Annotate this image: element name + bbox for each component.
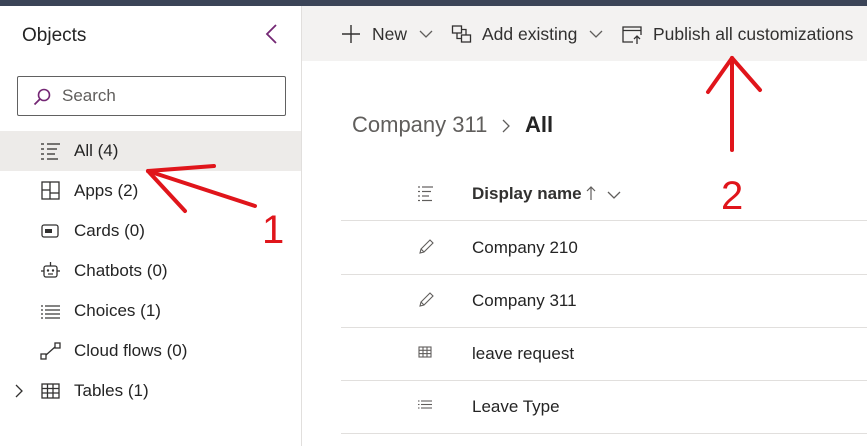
sidebar-item-label: Cloud flows <box>74 341 162 360</box>
chevron-down-icon <box>589 29 603 39</box>
chevron-right-icon[interactable] <box>12 383 26 399</box>
annotation-number-1: 1 <box>262 208 285 252</box>
plus-icon <box>340 23 362 45</box>
chevron-down-icon <box>419 29 433 39</box>
table-row[interactable]: leave request <box>341 328 867 381</box>
new-button[interactable]: New <box>340 21 433 47</box>
sidebar-item-label: Choices <box>74 301 136 320</box>
table-header: Display name <box>341 165 867 221</box>
pencil-icon <box>417 291 435 309</box>
add-existing-icon <box>451 23 473 45</box>
sidebar-item-tables[interactable]: Tables (1) <box>0 371 301 411</box>
sidebar-item-count: (1) <box>127 381 149 400</box>
publish-label: Publish all customizations <box>653 23 854 44</box>
table-icon <box>40 381 62 401</box>
chevron-right-icon <box>500 118 512 139</box>
sidebar-item-chatbots[interactable]: Chatbots (0) <box>0 251 301 291</box>
table-icon <box>417 344 435 362</box>
breadcrumb-current: All <box>525 112 554 137</box>
sidebar-item-cards[interactable]: Cards (0) <box>0 211 301 251</box>
sidebar-item-label: Chatbots <box>74 261 143 280</box>
sidebar-item-choices[interactable]: Choices (1) <box>0 291 301 331</box>
table-row[interactable]: Company 210 <box>341 222 867 275</box>
row-display-name: Company 311 <box>472 291 577 310</box>
apps-icon <box>40 181 62 201</box>
chevron-down-icon[interactable] <box>607 187 621 205</box>
sidebar-item-count: (0) <box>124 221 145 240</box>
sort-ascending-icon <box>585 185 597 206</box>
publish-all-button[interactable]: Publish all customizations <box>621 21 853 47</box>
row-display-name: Company 210 <box>472 238 578 257</box>
search-icon <box>32 87 52 112</box>
choices-list-icon <box>417 397 435 415</box>
publish-icon <box>621 23 643 45</box>
sidebar-item-count: (1) <box>140 301 161 320</box>
choices-list-icon <box>40 301 62 321</box>
sidebar-item-cloud-flows[interactable]: Cloud flows (0) <box>0 331 301 371</box>
table-row[interactable]: Company 311 <box>341 275 867 328</box>
sidebar-item-count: (0) <box>166 341 188 360</box>
new-label: New <box>372 23 408 44</box>
sidebar-item-count: (2) <box>117 181 139 200</box>
sidebar-item-label: Tables <box>74 381 124 400</box>
sidebar-item-count: (4) <box>97 141 119 160</box>
sidebar-item-label: All <box>74 141 93 160</box>
sidebar-item-all[interactable]: All (4) <box>0 131 301 171</box>
sidebar-item-label: Cards <box>74 221 120 240</box>
bot-icon <box>40 261 62 281</box>
card-icon <box>40 221 62 241</box>
sidebar-item-count: (0) <box>146 261 168 280</box>
add-existing-button[interactable]: Add existing <box>451 21 603 47</box>
add-existing-label: Add existing <box>482 23 578 44</box>
column-header-display-name[interactable]: Display name <box>472 184 582 204</box>
annotation-number-2: 2 <box>721 174 744 218</box>
row-display-name: Leave Type <box>472 397 560 416</box>
search-input[interactable] <box>62 85 272 107</box>
table-row[interactable]: Leave Type <box>341 381 867 434</box>
row-display-name: leave request <box>472 344 575 363</box>
sidebar-title: Objects <box>22 25 87 46</box>
list-icon <box>417 185 435 208</box>
pencil-icon <box>417 238 435 256</box>
command-bar: New Add existing Publish all customizati… <box>302 6 867 61</box>
flow-icon <box>40 341 62 361</box>
list-icon <box>40 141 62 161</box>
search-box[interactable] <box>17 76 286 116</box>
chevron-left-icon[interactable] <box>262 22 282 46</box>
breadcrumb-parent[interactable]: Company 311 <box>352 112 487 138</box>
sidebar-item-label: Apps <box>74 181 113 200</box>
objects-sidebar: Objects All (4) Apps (2) Cards (0) Chat <box>0 6 302 446</box>
sidebar-item-apps[interactable]: Apps (2) <box>0 171 301 211</box>
